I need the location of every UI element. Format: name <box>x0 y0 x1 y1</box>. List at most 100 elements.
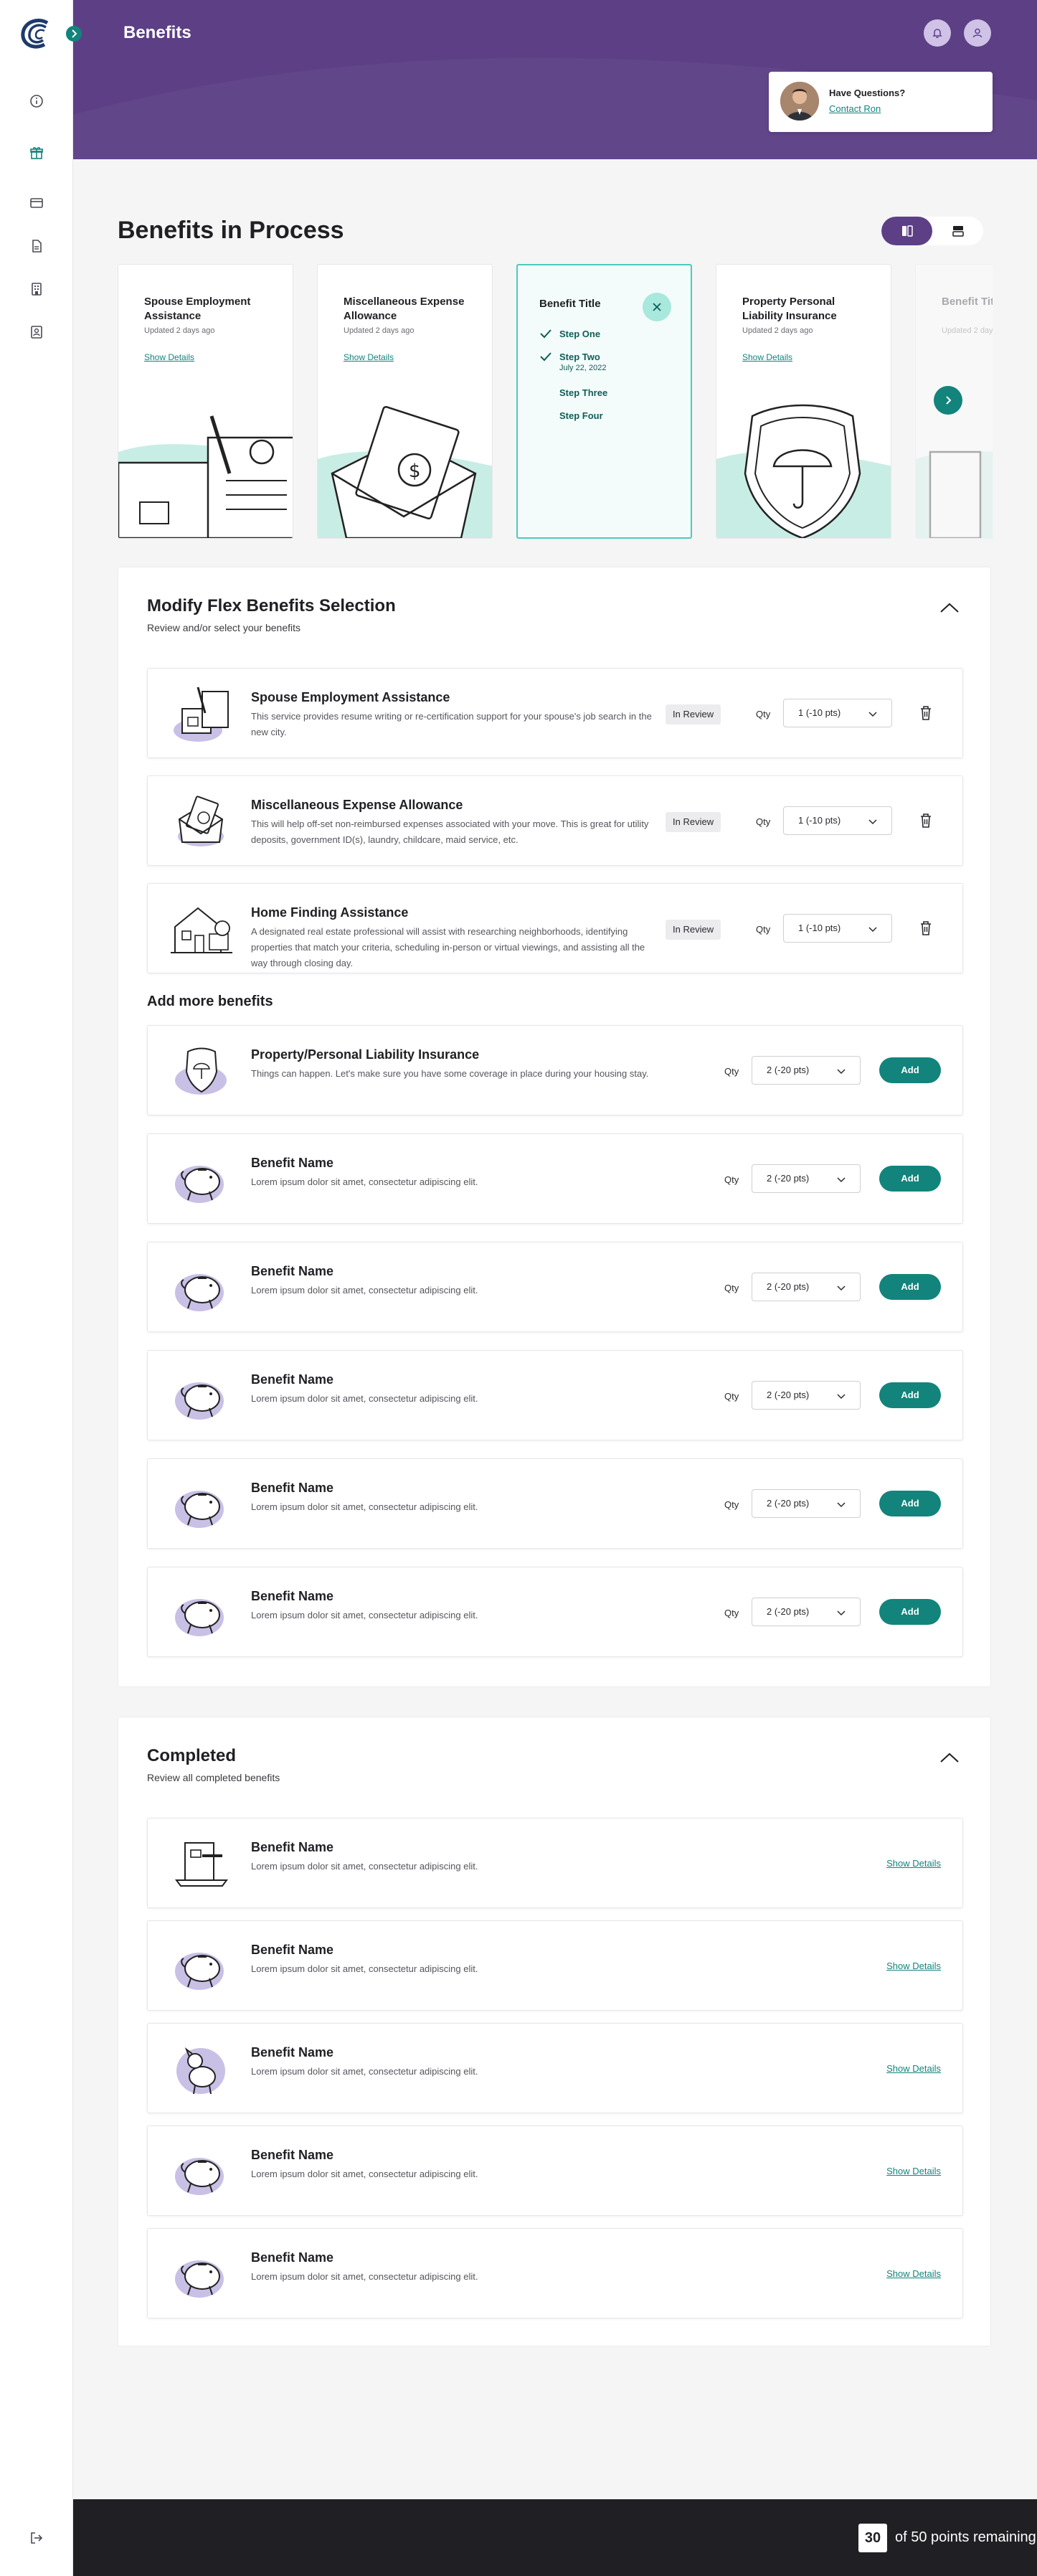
benefits-carousel: Spouse Employment Assistance Updated 2 d… <box>118 264 993 539</box>
card-updated: Updated 2 days ago <box>742 326 813 335</box>
qty-value: 2 (-20 pts) <box>767 1281 810 1292</box>
modify-benefits-panel: Modify Flex Benefits Selection Review an… <box>118 567 991 1687</box>
qty-value: 1 (-10 pts) <box>798 815 841 826</box>
chevron-down-icon <box>868 712 877 717</box>
qty-select[interactable]: 1 (-10 pts) <box>783 699 892 727</box>
completed-benefit-row: Benefit Name Lorem ipsum dolor sit amet,… <box>147 2126 963 2216</box>
qty-select[interactable]: 1 (-10 pts) <box>783 806 892 835</box>
step-date: July 22, 2022 <box>559 364 607 372</box>
panel-title: Completed <box>147 1746 237 1765</box>
qty-value: 1 (-10 pts) <box>798 923 841 933</box>
add-button[interactable]: Add <box>879 1491 941 1516</box>
qty-select[interactable]: 1 (-10 pts) <box>783 914 892 943</box>
benefit-description: Lorem ipsum dolor sit amet, consectetur … <box>251 1393 478 1404</box>
benefit-description: Lorem ipsum dolor sit amet, consectetur … <box>251 2169 478 2179</box>
benefit-description: Lorem ipsum dolor sit amet, consectetur … <box>251 1176 478 1187</box>
trash-icon[interactable] <box>918 812 934 829</box>
benefit-description: Lorem ipsum dolor sit amet, consectetur … <box>251 1861 478 1872</box>
status-badge: In Review <box>666 704 721 725</box>
dog-thumbnail-icon <box>176 2047 225 2095</box>
piggy-bank-thumbnail-icon <box>175 1491 224 1528</box>
show-details-link[interactable]: Show Details <box>886 2063 941 2074</box>
card-icon[interactable] <box>29 195 44 211</box>
benefit-name: Home Finding Assistance <box>251 905 409 920</box>
qty-label: Qty <box>724 1608 739 1618</box>
trash-icon[interactable] <box>918 704 934 722</box>
available-benefit-row: Benefit Name Lorem ipsum dolor sit amet,… <box>147 1350 963 1440</box>
piggy-bank-thumbnail-icon <box>175 1382 224 1420</box>
bell-icon <box>932 29 942 38</box>
house-thumbnail-icon <box>171 907 232 953</box>
qty-select[interactable]: 2 (-20 pts) <box>752 1056 861 1085</box>
contact-question: Have Questions? <box>829 88 906 98</box>
step-label: Step Three <box>559 387 608 398</box>
notifications-button[interactable] <box>924 19 951 47</box>
show-details-link[interactable]: Show Details <box>886 2166 941 2176</box>
document-icon[interactable] <box>29 238 44 254</box>
status-badge: In Review <box>666 812 721 832</box>
chevron-down-icon <box>837 1502 846 1508</box>
benefit-description: Lorem ipsum dolor sit amet, consectetur … <box>251 2271 478 2282</box>
card-title: Spouse Employment Assistance <box>144 296 251 322</box>
logout-icon[interactable] <box>29 2530 44 2546</box>
sidebar <box>0 0 73 2576</box>
chevron-up-icon[interactable] <box>939 1750 960 1765</box>
sidebar-toggle-button[interactable] <box>66 26 82 42</box>
info-icon[interactable] <box>29 93 44 109</box>
chevron-down-icon <box>837 1610 846 1616</box>
benefit-name: Benefit Name <box>251 2045 334 2060</box>
qty-label: Qty <box>724 1499 739 1510</box>
contact-icon[interactable] <box>29 324 44 340</box>
building-icon[interactable] <box>29 281 44 297</box>
points-footer: 30 of 50 points remaining <box>73 2499 1037 2576</box>
qty-label: Qty <box>756 709 771 720</box>
process-card[interactable]: Spouse Employment Assistance Updated 2 d… <box>118 264 293 539</box>
show-details-link[interactable]: Show Details <box>886 1961 941 1971</box>
qty-select[interactable]: 2 (-20 pts) <box>752 1489 861 1518</box>
add-button[interactable]: Add <box>879 1166 941 1192</box>
benefit-name: Miscellaneous Expense Allowance <box>251 798 463 812</box>
carousel-next-button[interactable] <box>934 386 962 415</box>
add-button[interactable]: Add <box>879 1599 941 1625</box>
show-details-link[interactable]: Show Details <box>144 352 194 362</box>
card-updated: Updated 2 days ago <box>942 326 993 335</box>
add-button[interactable]: Add <box>879 1382 941 1408</box>
benefit-description: Lorem ipsum dolor sit amet, consectetur … <box>251 1610 478 1620</box>
qty-select[interactable]: 2 (-20 pts) <box>752 1273 861 1301</box>
process-card-active[interactable]: Benefit Title Step One Step Two July 22,… <box>516 264 692 539</box>
show-details-link[interactable]: Show Details <box>344 352 394 362</box>
list-view-toggle[interactable] <box>932 217 983 245</box>
show-details-link[interactable]: Show Details <box>886 2268 941 2279</box>
process-card[interactable]: Property Personal Liability Insurance Up… <box>716 264 891 539</box>
benefit-illustration <box>916 450 993 538</box>
step-label: Step Four <box>559 410 603 421</box>
logo-icon[interactable] <box>19 17 55 49</box>
close-button[interactable] <box>643 293 671 321</box>
qty-select[interactable]: 2 (-20 pts) <box>752 1164 861 1193</box>
card-view-toggle[interactable] <box>881 217 932 245</box>
add-button[interactable]: Add <box>879 1057 941 1083</box>
add-button[interactable]: Add <box>879 1274 941 1300</box>
process-card[interactable]: Miscellaneous Expense Allowance Updated … <box>317 264 493 539</box>
page-title: Benefits <box>123 23 191 42</box>
chevron-up-icon[interactable] <box>939 600 960 615</box>
chevron-down-icon <box>837 1285 846 1291</box>
benefit-description: Lorem ipsum dolor sit amet, consectetur … <box>251 2066 478 2077</box>
gift-icon[interactable] <box>29 145 44 161</box>
qty-value: 2 (-20 pts) <box>767 1173 810 1184</box>
benefit-name: Spouse Employment Assistance <box>251 690 450 704</box>
qty-label: Qty <box>756 816 771 827</box>
benefit-description: This service provides resume writing or … <box>251 711 652 737</box>
trash-icon[interactable] <box>918 920 934 937</box>
show-details-link[interactable]: Show Details <box>886 1858 941 1869</box>
card-title: Benefit Title <box>942 296 993 308</box>
contact-card: Have Questions? Contact Ron <box>769 72 993 132</box>
qty-select[interactable]: 2 (-20 pts) <box>752 1598 861 1626</box>
qty-value: 2 (-20 pts) <box>767 1065 810 1075</box>
page-header: Benefits Have Questions? Contact Ron <box>73 0 1037 159</box>
profile-button[interactable] <box>964 19 991 47</box>
qty-select[interactable]: 2 (-20 pts) <box>752 1381 861 1410</box>
contact-link[interactable]: Contact Ron <box>829 103 881 114</box>
show-details-link[interactable]: Show Details <box>742 352 792 362</box>
completed-benefit-row: Benefit Name Lorem ipsum dolor sit amet,… <box>147 1920 963 2011</box>
